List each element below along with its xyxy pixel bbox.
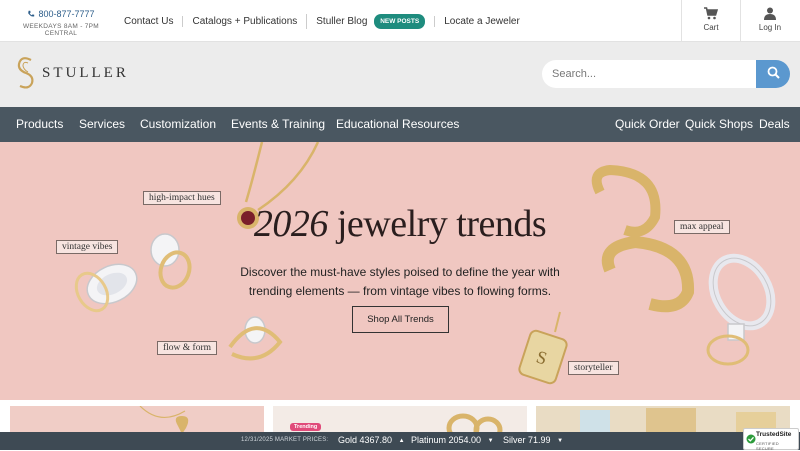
- tag-vintage-vibes[interactable]: vintage vibes: [56, 240, 119, 254]
- search-input[interactable]: [542, 60, 762, 88]
- silver-price[interactable]: Silver 71.99 ▼: [503, 435, 563, 445]
- login-button[interactable]: Log In: [740, 0, 799, 42]
- gold-price[interactable]: Gold 4367.80 ▲: [338, 435, 405, 445]
- phone-block: 800-877-7777 WEEKDAYS 8AM - 7PM CENTRAL: [8, 9, 114, 37]
- trustedsite-title: TrustedSite: [756, 431, 792, 438]
- hero-title-text: jewelry trends: [336, 203, 547, 245]
- hero-title-year: 2026: [253, 203, 329, 245]
- phone-link[interactable]: 800-877-7777: [8, 9, 114, 19]
- catalogs-link[interactable]: Catalogs + Publications: [182, 16, 306, 27]
- tag-max-appeal[interactable]: max appeal: [674, 220, 730, 234]
- caret-down-icon: ▼: [487, 438, 494, 444]
- trustedsite-seal[interactable]: TrustedSite CERTIFIED SECURE: [743, 428, 799, 451]
- market-prices-bar: 12/31/2025 MARKET PRICES: Gold 4367.80 ▲…: [0, 432, 800, 450]
- hero-subtitle: Discover the must-have styles poised to …: [240, 265, 560, 298]
- tag-high-impact-hues[interactable]: high-impact hues: [143, 191, 221, 205]
- caret-down-icon: ▼: [557, 438, 564, 444]
- gold-value: 4367.80: [359, 435, 393, 445]
- nav-events-training[interactable]: Events & Training: [231, 117, 325, 131]
- nav-deals[interactable]: Deals: [759, 117, 790, 131]
- stuller-logo[interactable]: STULLER: [15, 56, 129, 90]
- nav-educational-resources[interactable]: Educational Resources: [336, 117, 459, 131]
- silver-label: Silver: [503, 435, 526, 445]
- nav-quick-shops[interactable]: Quick Shops: [685, 117, 753, 131]
- cart-icon: [704, 7, 718, 20]
- new-posts-badge: NEW POSTS: [374, 14, 426, 29]
- shop-all-trends-button[interactable]: Shop All Trends: [352, 306, 449, 333]
- main-nav: Products Services Customization Events &…: [0, 107, 800, 142]
- search-icon: [767, 66, 780, 79]
- blog-link[interactable]: Stuller Blog NEW POSTS: [306, 14, 434, 29]
- nav-customization[interactable]: Customization: [140, 117, 216, 131]
- caret-up-icon: ▲: [398, 438, 405, 444]
- locate-jeweler-link[interactable]: Locate a Jeweler: [434, 16, 529, 27]
- market-date: 12/31/2025 MARKET PRICES:: [241, 437, 329, 443]
- nav-products[interactable]: Products: [16, 117, 63, 131]
- site-header: STULLER: [0, 42, 800, 107]
- stuller-s-emblem-icon: [17, 57, 34, 89]
- gold-label: Gold: [338, 435, 358, 445]
- contact-us-link[interactable]: Contact Us: [124, 16, 182, 27]
- cart-label: Cart: [703, 23, 719, 32]
- top-utility-bar: 800-877-7777 WEEKDAYS 8AM - 7PM CENTRAL …: [0, 0, 800, 42]
- cart-button[interactable]: Cart: [681, 0, 740, 42]
- business-hours: WEEKDAYS 8AM - 7PM CENTRAL: [22, 23, 100, 37]
- silver-value: 71.99: [528, 435, 551, 445]
- blog-link-label: Stuller Blog: [316, 16, 368, 27]
- platinum-value: 2054.00: [448, 435, 482, 445]
- user-icon: [764, 7, 776, 20]
- hero-banner[interactable]: S 2026 jewelry trends Discover the must-…: [0, 142, 800, 400]
- trending-badge: Trending: [290, 423, 322, 431]
- tag-flow-form[interactable]: flow & form: [157, 341, 218, 355]
- logo-text: STULLER: [42, 64, 129, 81]
- phone-number: 800-877-7777: [38, 9, 95, 19]
- nav-quick-order[interactable]: Quick Order: [615, 117, 680, 131]
- tag-storyteller[interactable]: storyteller: [568, 361, 619, 375]
- phone-icon: [28, 10, 35, 17]
- top-links: Contact Us Catalogs + Publications Stull…: [124, 14, 529, 29]
- checkmark-shield-icon: [746, 434, 756, 444]
- search-button[interactable]: [756, 60, 790, 88]
- search-bar: [542, 60, 790, 88]
- nav-services[interactable]: Services: [79, 117, 125, 131]
- platinum-label: Platinum: [411, 435, 447, 445]
- login-label: Log In: [758, 23, 782, 32]
- platinum-price[interactable]: Platinum 2054.00 ▼: [411, 435, 494, 445]
